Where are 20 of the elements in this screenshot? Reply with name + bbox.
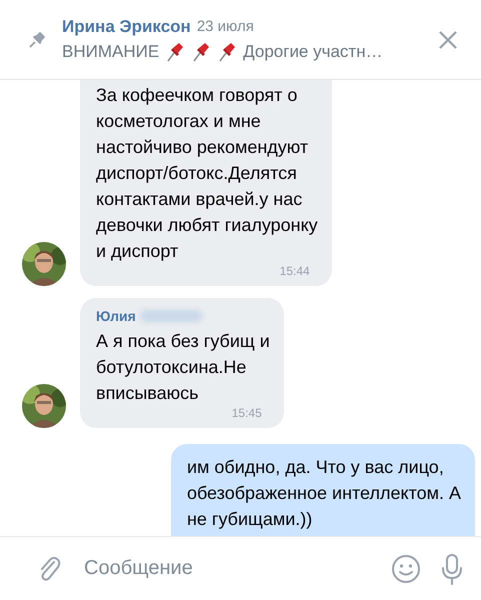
redaction-blur: [140, 310, 202, 322]
sender-name: Юлия: [96, 308, 136, 324]
smiley-icon[interactable]: [391, 554, 421, 584]
microphone-icon[interactable]: [441, 552, 463, 584]
pinned-date: 23 июля: [196, 18, 254, 35]
pushpin-icon: [165, 40, 186, 62]
pinned-preview-text: ВНИМАНИЕ: [62, 42, 160, 62]
message-input[interactable]: Сообщение: [82, 556, 371, 581]
pinned-preview-text: Дорогие участн…: [243, 42, 383, 62]
message-time: 15:44: [280, 264, 310, 278]
paperclip-icon[interactable]: [38, 556, 62, 582]
pin-icon: [28, 30, 46, 48]
message-text: За кофеечком говорят о косметологах и мне настойчиво рекомендуют диспорт/ботокс.Делятся контактами врачей.у нас девочки любят гиалуронку и диспорт: [96, 84, 318, 263]
pinned-author: Ирина Эриксон: [62, 16, 191, 36]
message-text: им обидно, да. Что у вас лицо, обезображенное интеллектом. А не губищами.)): [186, 456, 461, 531]
close-icon[interactable]: [439, 30, 457, 48]
pushpin-icon: [191, 40, 212, 62]
message-text: А я пока без губищ и ботулотоксина.Не вписываюсь: [96, 330, 270, 405]
message-time: 15:45: [232, 406, 262, 420]
pushpin-icon: [217, 40, 238, 62]
